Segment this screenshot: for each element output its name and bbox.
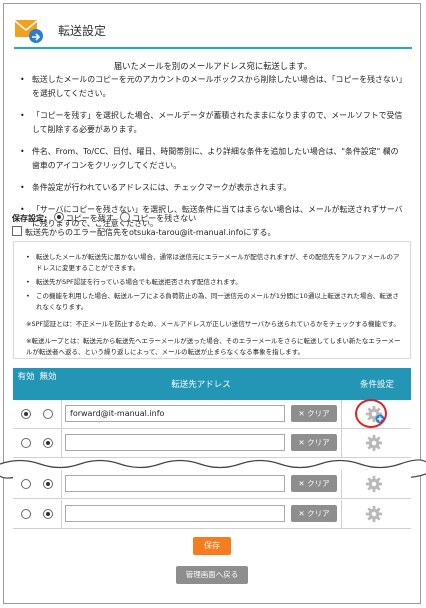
invalid-radio[interactable] bbox=[43, 409, 53, 419]
forward-address-input[interactable]: forward@it-manual.info bbox=[65, 405, 285, 422]
save-setting: 保存設定: コピーを残す コピーを残さない bbox=[12, 212, 196, 224]
table-row: forward@it-manual.info ✕ クリア bbox=[13, 399, 411, 429]
highlight-circle bbox=[355, 399, 387, 428]
list-item: 「コピーを残す」を選択した場合、メールデータが蓄積されたままになりますので、メー… bbox=[20, 109, 406, 137]
valid-radio[interactable] bbox=[21, 479, 31, 489]
forward-address-input[interactable] bbox=[65, 475, 285, 492]
gear-icon[interactable] bbox=[365, 505, 383, 523]
invalid-radio[interactable] bbox=[43, 479, 53, 489]
valid-radio[interactable] bbox=[21, 409, 31, 419]
error-forward-setting: 転送先からのエラー配信先をotsuka-tarou@it-manual.info… bbox=[12, 226, 276, 238]
list-item: 件名、From、To/CC、日付、曜日、時間帯別に、より詳細な条件を追加したい場… bbox=[20, 145, 406, 173]
table-row: ✕ クリア bbox=[13, 500, 411, 529]
clear-button[interactable]: ✕ クリア bbox=[291, 434, 337, 451]
forward-table-header: 有効 無効 転送先アドレス 条件設定 bbox=[13, 368, 411, 400]
forward-address-input[interactable] bbox=[65, 505, 285, 522]
list-item: 条件設定が行われているアドレスには、チェックマークが表示されます。 bbox=[20, 181, 406, 195]
error-forward-label: 転送先からのエラー配信先をotsuka-tarou@it-manual.info… bbox=[25, 228, 276, 237]
no-copy-label: コピーを残さない bbox=[132, 214, 197, 223]
notes-box: 転送したメールが転送先に届かない場合、通常は送信元にエラーメールが配信されますが… bbox=[13, 241, 411, 359]
gear-icon[interactable] bbox=[365, 475, 383, 493]
forward-address-input[interactable] bbox=[65, 434, 285, 451]
col-invalid: 無効 bbox=[39, 372, 57, 382]
mail-forward-icon bbox=[14, 20, 43, 43]
clear-button[interactable]: ✕ クリア bbox=[291, 405, 337, 422]
table-row: ✕ クリア bbox=[13, 470, 411, 499]
keep-copy-label: コピーを残す bbox=[65, 214, 114, 223]
save-setting-label: 保存設定: bbox=[12, 214, 48, 223]
header-divider bbox=[14, 47, 412, 49]
save-button[interactable]: 保存 bbox=[193, 537, 231, 555]
list-item: 転送したメールのコピーを元のアカウントのメールボックスから削除したい場合は、「コ… bbox=[20, 73, 406, 101]
page-title: 転送設定 bbox=[58, 24, 107, 38]
no-copy-radio[interactable] bbox=[120, 212, 131, 222]
col-address: 転送先アドレス bbox=[171, 380, 231, 390]
intro-text: 届いたメールを別のメールアドレス宛に転送します。 bbox=[113, 61, 313, 71]
valid-radio[interactable] bbox=[21, 438, 31, 448]
valid-radio[interactable] bbox=[21, 509, 31, 519]
col-condition: 条件設定 bbox=[359, 380, 394, 390]
col-valid: 有効 bbox=[17, 372, 35, 382]
note-item: この機能を利用した場合、転送ループによる負荷防止の為、同一送信元のメールが1分間… bbox=[26, 291, 402, 313]
clear-button[interactable]: ✕ クリア bbox=[291, 475, 337, 492]
keep-copy-radio[interactable] bbox=[53, 212, 64, 222]
loop-note: ※転送ループとは：転送元から転送先へエラーメールが送った場合、そのエラーメールを… bbox=[26, 337, 401, 356]
note-item: 転送先がSPF認証を行っている場合でも転送拒否されず配信されます。 bbox=[26, 277, 402, 288]
back-to-admin-button[interactable]: 管理画面へ戻る bbox=[176, 566, 248, 584]
note-item: 転送したメールが転送先に届かない場合、通常は送信元にエラーメールが配信されますが… bbox=[26, 252, 402, 274]
page-header: 転送設定 bbox=[14, 14, 412, 46]
invalid-radio[interactable] bbox=[43, 438, 53, 448]
error-forward-checkbox[interactable] bbox=[12, 226, 22, 236]
spf-note: ※SPF認証とは：不正メールを防止するため、メールアドレスが正しい送信サーバから… bbox=[26, 320, 400, 328]
gear-icon[interactable] bbox=[365, 434, 383, 452]
clear-button[interactable]: ✕ クリア bbox=[291, 505, 337, 522]
invalid-radio[interactable] bbox=[43, 509, 53, 519]
